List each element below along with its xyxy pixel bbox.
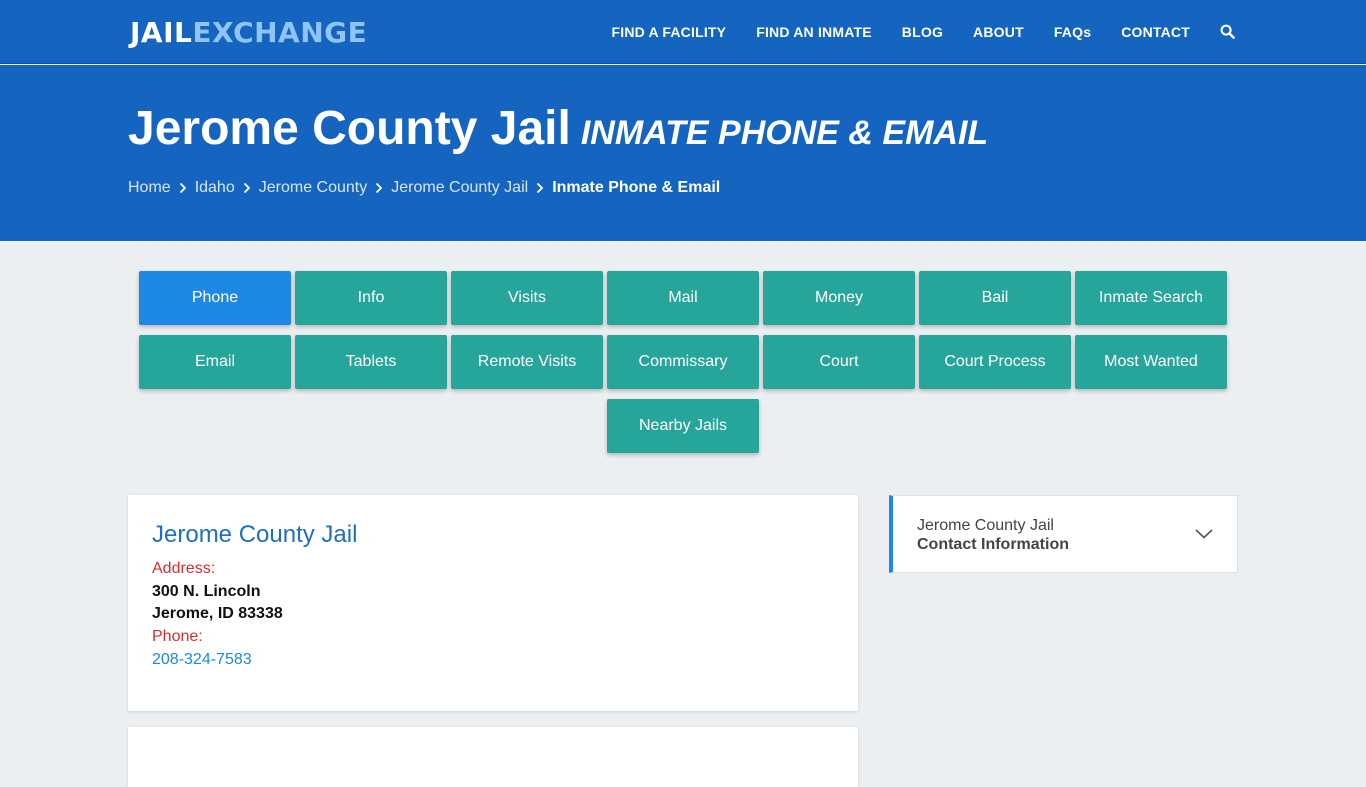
content-card [128, 727, 858, 787]
nav-about[interactable]: ABOUT [973, 24, 1024, 40]
nav-faqs[interactable]: FAQs [1054, 24, 1091, 40]
tab-court[interactable]: Court [763, 335, 915, 389]
chevron-down-icon[interactable] [1195, 526, 1213, 544]
phone-label: Phone: [152, 628, 203, 645]
chevron-right-icon [171, 179, 195, 197]
search-icon[interactable] [1220, 24, 1236, 40]
tab-most-wanted[interactable]: Most Wanted [1075, 335, 1227, 389]
accordion-title: Contact Information [917, 536, 1069, 553]
page-title: Jerome County Jail INMATE PHONE & EMAIL [128, 101, 988, 156]
top-navbar: JAILEXCHANGE FIND A FACILITY FIND AN INM… [0, 0, 1366, 64]
breadcrumb-county[interactable]: Jerome County [259, 179, 368, 197]
logo-text-jail: JAIL [130, 16, 193, 49]
nav-find-facility[interactable]: FIND A FACILITY [611, 24, 726, 40]
phone-link[interactable]: 208-324-7583 [152, 651, 252, 669]
page-title-subtitle: INMATE PHONE & EMAIL [580, 114, 989, 152]
nav-contact[interactable]: CONTACT [1121, 24, 1190, 40]
chevron-right-icon [367, 179, 391, 197]
main-nav: FIND A FACILITY FIND AN INMATE BLOG ABOU… [581, 0, 1236, 64]
tab-tablets[interactable]: Tablets [295, 335, 447, 389]
breadcrumb-home[interactable]: Home [128, 179, 171, 197]
tab-row: Phone Info Visits Mail Money Bail Inmate… [139, 271, 1227, 325]
facility-name: Jerome County Jail [152, 521, 358, 548]
facility-tabs: Phone Info Visits Mail Money Bail Inmate… [139, 271, 1227, 463]
breadcrumb: Home Idaho Jerome County Jerome County J… [128, 179, 720, 197]
chevron-right-icon [235, 179, 259, 197]
tab-row: Email Tablets Remote Visits Commissary C… [139, 335, 1227, 389]
chevron-right-icon [528, 179, 552, 197]
facility-card: Jerome County Jail Address: 300 N. Linco… [128, 495, 858, 711]
accordion-facility-name: Jerome County Jail [917, 517, 1054, 534]
tab-mail[interactable]: Mail [607, 271, 759, 325]
tab-commissary[interactable]: Commissary [607, 335, 759, 389]
breadcrumb-current: Inmate Phone & Email [552, 179, 721, 196]
tab-nearby-jails[interactable]: Nearby Jails [607, 399, 759, 453]
site-logo[interactable]: JAILEXCHANGE [130, 17, 367, 49]
breadcrumb-jail[interactable]: Jerome County Jail [391, 179, 528, 197]
tab-bail[interactable]: Bail [919, 271, 1071, 325]
tab-info[interactable]: Info [295, 271, 447, 325]
tab-row: Nearby Jails [139, 399, 1227, 453]
tab-court-process[interactable]: Court Process [919, 335, 1071, 389]
address-line2: Jerome, ID 83338 [152, 605, 283, 622]
logo-text-exchange: EXCHANGE [192, 16, 368, 49]
tab-inmate-search[interactable]: Inmate Search [1075, 271, 1227, 325]
address-line1: 300 N. Lincoln [152, 583, 261, 600]
nav-find-inmate[interactable]: FIND AN INMATE [756, 24, 872, 40]
contact-info-accordion[interactable]: Jerome County Jail Contact Information [889, 495, 1238, 573]
address-label: Address: [152, 560, 216, 577]
page-title-main: Jerome County Jail [128, 102, 571, 155]
nav-blog[interactable]: BLOG [902, 24, 943, 40]
tab-money[interactable]: Money [763, 271, 915, 325]
hero-banner: Jerome County Jail INMATE PHONE & EMAIL H… [0, 65, 1366, 241]
tab-phone[interactable]: Phone [139, 271, 291, 325]
tab-visits[interactable]: Visits [451, 271, 603, 325]
tab-remote-visits[interactable]: Remote Visits [451, 335, 603, 389]
tab-email[interactable]: Email [139, 335, 291, 389]
breadcrumb-idaho[interactable]: Idaho [195, 179, 235, 197]
